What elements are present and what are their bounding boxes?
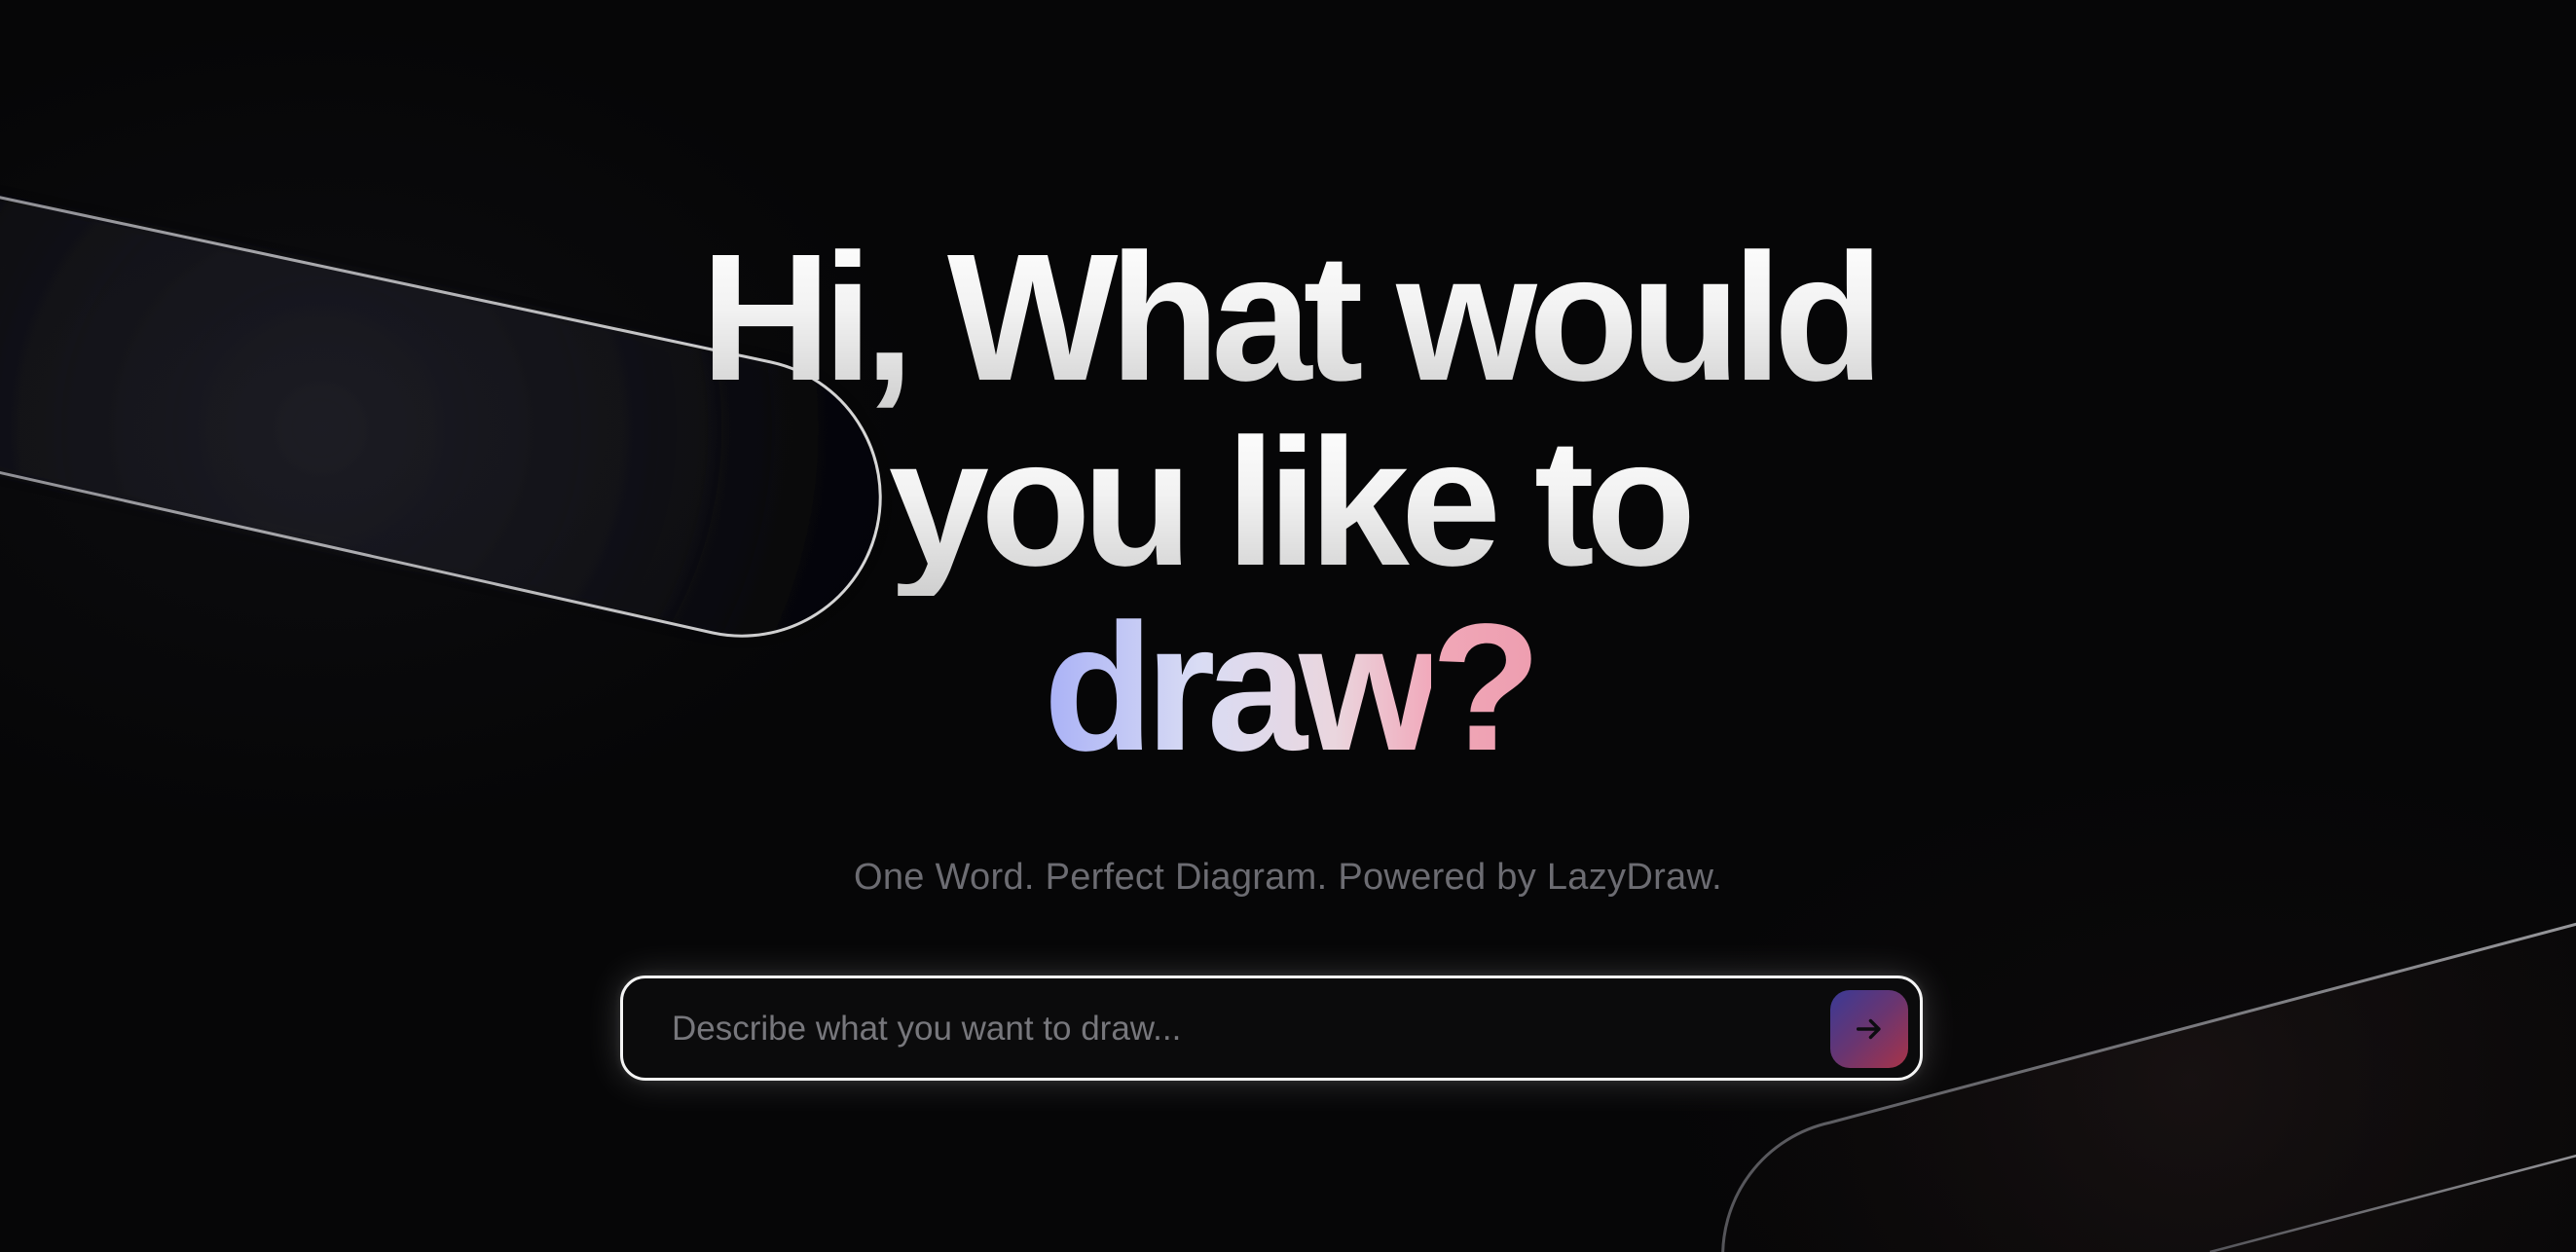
tagline: One Word. Perfect Diagram. Powered by La…: [854, 857, 1722, 898]
prompt-box: [620, 976, 1923, 1081]
arrow-right-icon: [1856, 1018, 1881, 1040]
landing-page: Hi, What would you like to draw? One Wor…: [0, 0, 2576, 1252]
headline-question-mark: ?: [1430, 587, 1542, 789]
hero-section: Hi, What would you like to draw?: [0, 226, 2576, 781]
decorative-capsule-right: [1721, 922, 2576, 1252]
send-button[interactable]: [1830, 990, 1908, 1068]
headline-line-3: draw?: [1043, 587, 1542, 789]
headline-line-1: Hi, What would: [0, 226, 2576, 411]
headline: Hi, What would you like to draw?: [0, 226, 2576, 781]
headline-line-2: you like to: [0, 411, 2576, 596]
headline-word-draw: draw: [1043, 587, 1440, 789]
describe-drawing-input[interactable]: [670, 1000, 1764, 1058]
